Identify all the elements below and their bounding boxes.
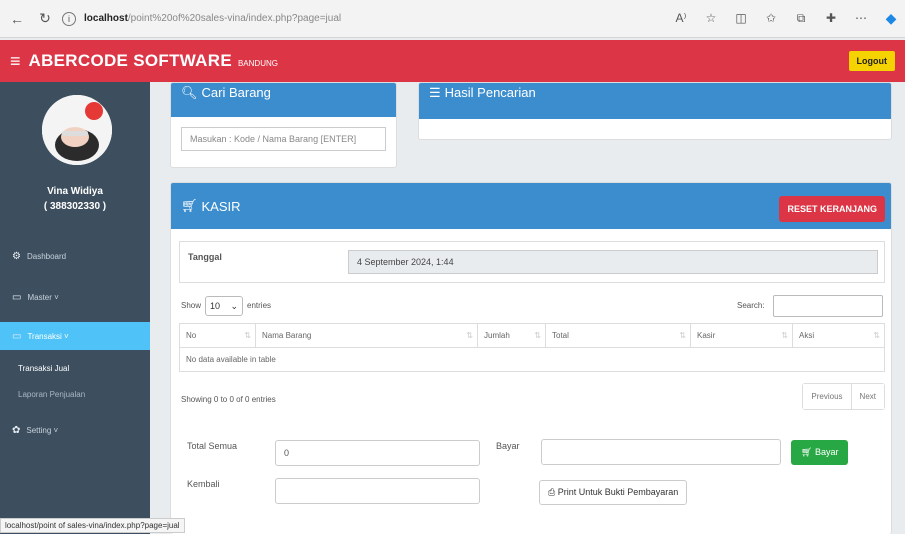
printer-icon: ⎙ xyxy=(548,487,556,497)
favorites-icon[interactable]: ✩ xyxy=(761,8,781,28)
read-aloud-icon[interactable]: A⁾ xyxy=(671,8,691,28)
submenu-transaksi-jual[interactable]: Transaksi Jual xyxy=(18,364,69,373)
url-path: /point%20of%20sales-vina/index.php?page=… xyxy=(127,13,342,24)
copilot-icon[interactable]: ◆ xyxy=(881,8,901,28)
logout-button[interactable]: Logout xyxy=(848,51,895,71)
result-card-title: Hasil Pencarian xyxy=(444,85,536,100)
refresh-icon[interactable]: ↻ xyxy=(34,8,56,30)
entries-label: entries xyxy=(247,301,272,310)
search-card-title: Cari Barang xyxy=(201,85,271,100)
gear-icon: ✿ xyxy=(12,424,21,436)
col-no[interactable]: No ⇅ xyxy=(179,323,256,348)
monitor-icon: ▭ xyxy=(12,291,22,303)
sidebar-item-transaksi[interactable]: ▭ Transaksi ˅ xyxy=(0,322,150,350)
date-value: 4 September 2024, 1:44 xyxy=(357,257,454,267)
url-host: localhost xyxy=(84,13,128,24)
search-placeholder: Masukan : Kode / Nama Barang [ENTER] xyxy=(190,134,357,144)
user-name: Vina Widiya xyxy=(47,186,103,197)
favorite-star-icon[interactable]: ☆ xyxy=(701,8,721,28)
bayar-button-label: Bayar xyxy=(814,447,839,457)
print-button-label: Print Untuk Bukti Pembayaran xyxy=(557,487,679,497)
date-field: 4 September 2024, 1:44 xyxy=(348,250,878,274)
kasir-title: KASIR xyxy=(201,198,241,214)
pagination: Previous Next xyxy=(802,383,885,410)
table-header-row: No ⇅ Nama Barang ⇅ Jumlah ⇅ Total ⇅ Kasir ⇅ A… xyxy=(179,323,885,348)
status-url: localhost/point of sales-vina/index.php?… xyxy=(0,518,185,533)
search-label: Search: xyxy=(737,301,765,310)
tanggal-label: Tanggal xyxy=(188,252,222,262)
cart-table: No ⇅ Nama Barang ⇅ Jumlah ⇅ Total ⇅ Kasir ⇅ A… xyxy=(179,323,885,372)
sidebar-item-dashboard[interactable]: ⚙ Dashboard xyxy=(0,242,150,270)
previous-button[interactable]: Previous xyxy=(803,384,851,409)
cart-icon: 🛒︎ xyxy=(181,198,198,213)
sidebar-item-setting[interactable]: ✿ Setting ˅ xyxy=(0,416,150,444)
sidebar: Vina Widiya ( 388302330 ) ⚙ Dashboard ▭ … xyxy=(0,82,150,534)
table-search-input[interactable] xyxy=(773,295,883,317)
total-value: 0 xyxy=(284,448,290,458)
dashboard-icon: ⚙ xyxy=(12,250,21,262)
total-label: Total Semua xyxy=(187,441,238,451)
kembali-field xyxy=(275,478,480,504)
bayar-label: Bayar xyxy=(496,441,520,451)
sidebar-item-master[interactable]: ▭ Master ˅ xyxy=(0,283,150,311)
browser-toolbar: ← ↻ i localhost /point%20of%20sales-vina… xyxy=(0,0,905,38)
result-card: ☰ Hasil Pencarian xyxy=(418,82,892,140)
brand-subtitle: BANDUNG xyxy=(237,58,278,68)
sidebar-item-label: Setting ˅ xyxy=(26,425,59,435)
col-nama-barang[interactable]: Nama Barang ⇅ xyxy=(255,323,478,348)
search-icon: 🔍︎ xyxy=(181,85,198,100)
date-row: Tanggal 4 September 2024, 1:44 xyxy=(179,241,885,283)
col-aksi[interactable]: Aksi ⇅ xyxy=(792,323,885,348)
submenu-laporan-penjualan[interactable]: Laporan Penjualan xyxy=(18,390,85,399)
entries-value: 10 xyxy=(210,301,221,311)
empty-table-message: No data available in table xyxy=(179,347,885,372)
chevron-down-icon: ⌄ xyxy=(230,300,238,311)
monitor-icon: ▭ xyxy=(12,330,22,342)
sidebar-item-label: Master ˅ xyxy=(27,292,59,302)
avatar xyxy=(42,95,112,165)
split-screen-icon[interactable]: ◫ xyxy=(731,8,751,28)
kembali-label: Kembali xyxy=(187,479,220,489)
print-button[interactable]: ⎙ Print Untuk Bukti Pembayaran xyxy=(539,480,688,505)
app-header: ≡ ABERCODE SOFTWARE BANDUNG Logout xyxy=(0,40,905,82)
kasir-card: 🛒︎ KASIR RESET KERANJANG Tanggal 4 Septe… xyxy=(170,182,892,534)
bayar-button[interactable]: 🛒︎ Bayar xyxy=(791,440,849,465)
table-row: No data available in table xyxy=(179,347,885,372)
search-card: 🔍︎ Cari Barang Masukan : Kode / Nama Bar… xyxy=(170,82,397,168)
address-bar[interactable]: i localhost /point%20of%20sales-vina/ind… xyxy=(62,6,702,32)
search-input[interactable]: Masukan : Kode / Nama Barang [ENTER] xyxy=(181,127,386,151)
reset-cart-button[interactable]: RESET KERANJANG xyxy=(779,196,885,222)
menu-toggle-icon[interactable]: ≡ xyxy=(10,51,21,72)
cart-icon: 🛒︎ xyxy=(801,447,813,457)
more-icon[interactable]: ⋯ xyxy=(851,8,871,28)
col-kasir[interactable]: Kasir ⇅ xyxy=(690,323,793,348)
brand-title: ABERCODE SOFTWARE xyxy=(28,51,232,70)
show-label: Show xyxy=(181,301,202,310)
collections-icon[interactable]: ⧉ xyxy=(791,8,811,28)
extension-icon[interactable]: ✚ xyxy=(821,8,841,28)
col-jumlah[interactable]: Jumlah ⇅ xyxy=(477,323,546,348)
sidebar-item-label: Dashboard xyxy=(26,251,67,261)
col-total[interactable]: Total ⇅ xyxy=(545,323,691,348)
back-icon[interactable]: ← xyxy=(6,8,28,30)
user-id: ( 388302330 ) xyxy=(43,201,107,212)
total-field: 0 xyxy=(275,440,480,466)
list-icon: ☰ xyxy=(429,85,441,100)
info-icon[interactable]: i xyxy=(62,11,76,26)
table-info: Showing 0 to 0 of 0 entries xyxy=(181,395,276,404)
bayar-input[interactable] xyxy=(541,439,781,465)
sidebar-item-label: Transaksi ˅ xyxy=(27,331,69,341)
entries-select[interactable]: 10 ⌄ xyxy=(205,296,243,316)
next-button[interactable]: Next xyxy=(850,384,884,409)
